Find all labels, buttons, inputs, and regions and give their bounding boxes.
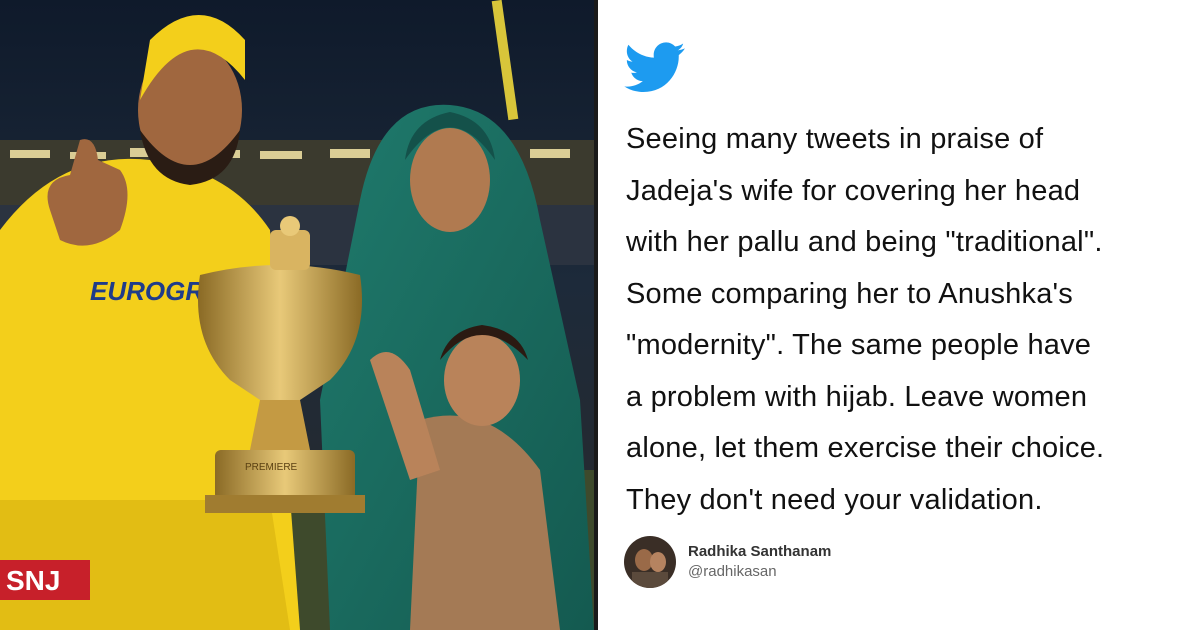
tweet-body: Seeing many tweets in praise of Jadeja's… bbox=[626, 114, 1186, 526]
avatar[interactable] bbox=[624, 536, 676, 588]
tweet-line: a problem with hijab. Leave women bbox=[626, 380, 1088, 413]
celebration-photo: SNJ EUROGRIP PREMIERE bbox=[0, 0, 594, 630]
svg-text:SNJ: SNJ bbox=[6, 565, 60, 596]
svg-text:PREMIERE: PREMIERE bbox=[245, 462, 298, 473]
tweet-line: Jadeja's wife for covering her head bbox=[626, 174, 1081, 207]
tweet-author[interactable]: Radhika Santhanam @radhikasan bbox=[624, 536, 831, 588]
tweet-line: Seeing many tweets in praise of bbox=[626, 123, 1044, 155]
author-name[interactable]: Radhika Santhanam bbox=[688, 542, 831, 562]
tweet-line: They don't need your validation. bbox=[626, 483, 1043, 516]
twitter-bird-icon bbox=[624, 40, 686, 96]
tweet-line: alone, let them exercise their choice. bbox=[626, 432, 1105, 464]
author-handle[interactable]: @radhikasan bbox=[688, 562, 831, 582]
author-meta: Radhika Santhanam @radhikasan bbox=[688, 542, 831, 582]
story-card: SNJ EUROGRIP PREMIERE Seeing many tweets… bbox=[0, 0, 1200, 630]
tweet-line: with her pallu and being "traditional". bbox=[626, 226, 1103, 258]
tweet-line: "modernity". The same people have bbox=[626, 329, 1092, 361]
tweet-panel: Seeing many tweets in praise of Jadeja's… bbox=[598, 0, 1200, 630]
tweet-line: Some comparing her to Anushka's bbox=[626, 277, 1073, 310]
